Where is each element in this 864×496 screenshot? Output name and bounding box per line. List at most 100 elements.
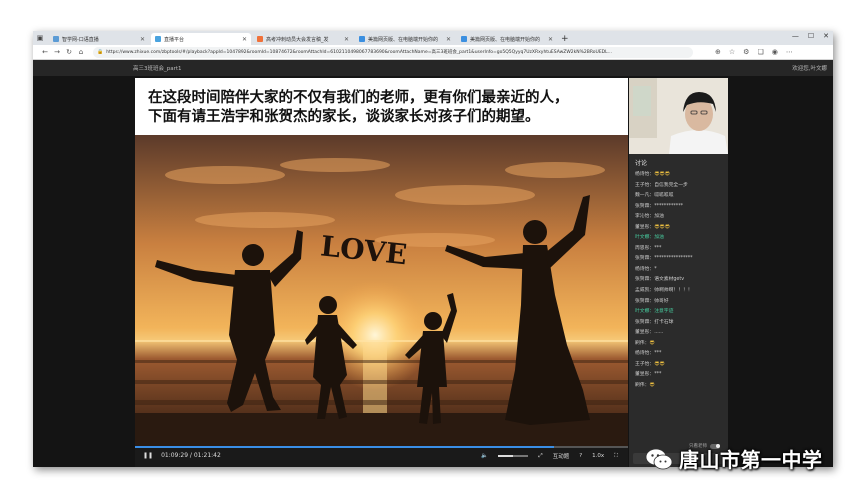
browser-tab-label: 美篇网页版、在电脑端开始你的 — [368, 36, 439, 43]
back-icon[interactable]: ← — [39, 48, 51, 56]
chat-panel: 讨论 杨诗怡：😎😎😎 王子怡：自信我完全一步 魏一凡：呱呱呱呱 张贺霖：*******… — [629, 154, 728, 467]
volume-slider[interactable] — [498, 455, 529, 457]
browser-tab-strip: ▣ 智学网-口语直播 ✕ 直播平台 ✕ 高考冲刺动员大会发言稿_发 ✕ 美篇网页版、在电脑端… — [33, 31, 833, 45]
chat-emoji: 😎😎😎 — [654, 171, 670, 177]
time-display: 01:09:29 / 01:21:42 — [161, 452, 221, 459]
chat-message: 董昱彤：😎😎😎 — [635, 222, 728, 233]
chat-sender: 杨诗怡： — [635, 172, 655, 177]
total-time: 01:21:42 — [193, 452, 221, 459]
chat-sender: 董昱彤： — [635, 372, 655, 378]
more-icon[interactable]: ⋯ — [786, 48, 793, 56]
close-tab-icon[interactable]: ✕ — [548, 36, 553, 43]
progress-bar[interactable] — [135, 446, 628, 448]
chat-sender: 杨诗怡： — [635, 351, 655, 357]
chat-message: 董昱彤：...... — [635, 327, 728, 338]
maximize-icon[interactable]: ☐ — [808, 32, 814, 40]
chat-message: 叶文娜：加油 — [635, 232, 728, 243]
settings-icon[interactable]: ⚙ — [743, 48, 749, 56]
chat-text: 帅哥好 — [654, 298, 669, 304]
url-text: https://www.zhixue.com/zbptools/#/playba… — [106, 50, 612, 55]
wechat-icon — [645, 448, 673, 469]
chat-message: 魏一凡：呱呱呱呱 — [635, 190, 728, 201]
chat-sender: 刷伟： — [635, 382, 650, 388]
progress-fill — [135, 446, 555, 448]
interaction-button[interactable]: 互动题 — [553, 452, 570, 460]
welcome-text: 欢迎您,叶文娜 — [792, 66, 827, 72]
volume-icon[interactable]: 🔈 — [481, 453, 488, 459]
chat-sender: 张贺霖： — [635, 298, 655, 304]
chat-text: 加油 — [654, 235, 664, 241]
speed-button[interactable]: 1.0x — [592, 453, 604, 459]
chat-sender: 张贺霖： — [635, 277, 655, 283]
chat-message: 王子怡：自信我完全一步 — [635, 180, 728, 191]
close-tab-icon[interactable]: ✕ — [344, 36, 349, 43]
star-icon[interactable]: ☆ — [729, 48, 735, 56]
browser-tab-label: 智学网-口语直播 — [62, 36, 99, 43]
chat-sender: 王子怡： — [635, 361, 655, 367]
zoom-icon[interactable]: ⊕ — [715, 48, 721, 56]
chat-message: 刷伟：😎 — [635, 338, 728, 349]
video-control-bar: ❚❚ 01:09:29 / 01:21:42 🔈 ⤢ 互动题 ? 1.0x ⛶ — [135, 446, 628, 467]
right-margin — [728, 76, 833, 467]
chat-text: 帅啊帅啊！！！！ — [654, 288, 693, 294]
volume-fill — [498, 455, 514, 457]
chat-emoji: 😎 — [649, 381, 655, 388]
minimize-icon[interactable]: — — [792, 32, 799, 40]
fullscreen-icon[interactable]: ⛶ — [614, 453, 618, 460]
chat-sender: 叶文娜： — [635, 309, 655, 315]
chat-message: 孟威凯：帅啊帅啊！！！！ — [635, 285, 728, 296]
chat-text: **************** — [654, 256, 693, 262]
browser-tab[interactable]: 美篇网页版、在电脑端开始你的 ✕ — [457, 33, 557, 45]
screenshot-frame: ▣ 智学网-口语直播 ✕ 直播平台 ✕ 高考冲刺动员大会发言稿_发 ✕ 美篇网页版、在电脑端… — [33, 31, 833, 467]
close-tab-icon[interactable]: ✕ — [140, 36, 145, 43]
chat-emoji: 😎😎😎 — [654, 223, 670, 230]
browser-tab-label: 美篇网页版、在电脑端开始你的 — [470, 36, 541, 43]
home-icon[interactable]: ⌂ — [75, 48, 87, 56]
page-header: 高三3班班会_part1 欢迎您,叶文娜 — [33, 60, 833, 76]
chat-message: 叶文娜：注意字迹 — [635, 306, 728, 317]
chat-text: 打卡石球 — [654, 319, 674, 325]
url-input[interactable]: 🔒 https://www.zhixue.com/zbptools/#/play… — [93, 46, 693, 58]
close-tab-icon[interactable]: ✕ — [446, 36, 451, 43]
chat-text: * — [654, 266, 657, 272]
chat-sender: 周思彤： — [635, 245, 655, 251]
chat-text: *** — [654, 351, 662, 357]
chat-text: *** — [654, 372, 662, 378]
browser-tab-label: 高考冲刺动员大会发言稿_发 — [266, 36, 329, 43]
collections-icon[interactable]: ❏ — [757, 48, 763, 56]
slide-line-2: 下面有请王浩宇和张贺杰的家长，谈谈家长对孩子们的期望。 — [148, 108, 540, 125]
page-icon — [53, 36, 59, 42]
pause-icon[interactable]: ❚❚ — [143, 452, 153, 459]
chat-message-list: 杨诗怡：😎😎😎 王子怡：自信我完全一步 魏一凡：呱呱呱呱 张贺霖：**********… — [629, 166, 728, 390]
watermark: 唐山市第一中学 — [645, 444, 823, 473]
browser-tab[interactable]: 美篇网页版、在电脑端开始你的 ✕ — [355, 33, 455, 45]
browser-tab[interactable]: 直播平台 ✕ — [151, 33, 251, 45]
new-tab-button[interactable]: + — [561, 33, 569, 45]
profile-icon[interactable]: ◉ — [772, 48, 778, 56]
window-menu-icon[interactable]: ▣ — [33, 31, 47, 45]
chat-emoji: 😎 — [649, 339, 655, 346]
browser-tab-label: 直播平台 — [164, 36, 185, 43]
chat-text: *** — [654, 245, 662, 251]
browser-tab[interactable]: 高考冲刺动员大会发言稿_发 ✕ — [253, 33, 353, 45]
chat-text: 注意字迹 — [654, 309, 674, 315]
chat-text: 自信我完全一步 — [654, 182, 688, 188]
close-tab-icon[interactable]: ✕ — [242, 36, 247, 43]
chat-text: 加油 — [654, 214, 664, 220]
chat-sender: 张贺霖： — [635, 319, 655, 325]
speaker-icon — [155, 36, 161, 42]
forward-icon[interactable]: → — [51, 48, 63, 56]
browser-tab[interactable]: 智学网-口语直播 ✕ — [49, 33, 149, 45]
address-bar: ← → ↻ ⌂ 🔒 https://www.zhixue.com/zbptool… — [33, 45, 833, 60]
help-icon[interactable]: ? — [579, 453, 582, 459]
chat-sender: 董昱彤： — [635, 224, 655, 230]
close-window-icon[interactable]: ✕ — [823, 32, 829, 40]
chat-message: 杨诗怡：*** — [635, 348, 728, 359]
meipian-icon — [359, 36, 365, 42]
fullscreen-page-icon[interactable]: ⤢ — [538, 453, 542, 460]
reload-icon[interactable]: ↻ — [63, 48, 75, 56]
chat-title: 讨论 — [635, 160, 648, 167]
chat-text: 语文素材getv — [654, 277, 685, 283]
chat-sender: 张贺霖： — [635, 203, 655, 209]
slide-caption: 在这段时间陪伴大家的不仅有我们的老师，更有你们最亲近的人， 下面有请王浩宇和张贺… — [135, 78, 628, 135]
